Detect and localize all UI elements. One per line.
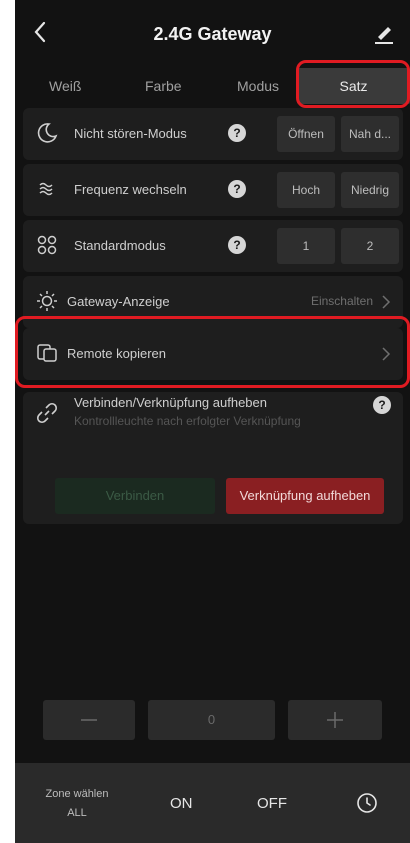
plus-icon <box>327 712 343 728</box>
row-copy-remote[interactable]: Remote kopieren <box>23 328 403 380</box>
row-label: Gateway-Anzeige <box>67 294 170 309</box>
copy-remote-icon <box>37 344 57 362</box>
row-do-not-disturb: Nicht stören-Modus ? Öffnen Nah d... <box>23 108 403 160</box>
stepper-value[interactable]: 0 <box>148 700 275 740</box>
pencil-icon[interactable] <box>372 18 396 46</box>
moon-icon <box>37 123 58 143</box>
connect-title: Verbinden/Verknüpfung aufheben <box>74 395 268 410</box>
value-stepper: 0 <box>15 700 410 740</box>
off-button[interactable]: OFF <box>257 795 287 812</box>
std-mode-1-button[interactable]: 1 <box>277 228 335 264</box>
tab-bar: Weiß Farbe Modus Satz <box>15 68 410 104</box>
increment-button[interactable] <box>288 700 382 740</box>
decrement-button[interactable] <box>43 700 135 740</box>
tab-weiss[interactable]: Weiß <box>49 78 81 94</box>
dnd-open-button[interactable]: Öffnen <box>277 116 335 152</box>
zone-selector[interactable]: Zone wählen ALL <box>37 788 117 819</box>
row-frequency: Frequenz wechseln ? Hoch Niedrig <box>23 164 403 216</box>
help-icon[interactable]: ? <box>228 124 246 142</box>
connect-subtitle: Kontrollleuchte nach erfolgter Verknüpfu… <box>74 414 301 428</box>
freq-high-button[interactable]: Hoch <box>277 172 335 208</box>
help-icon[interactable]: ? <box>228 236 246 254</box>
gateway-status-value: Einschalten <box>310 294 373 308</box>
row-label: Remote kopieren <box>67 346 166 361</box>
header: 2.4G Gateway <box>15 0 410 62</box>
tab-satz-label: Satz <box>339 78 368 94</box>
freq-low-button[interactable]: Niedrig <box>341 172 399 208</box>
connect-card: Verbinden/Verknüpfung aufheben Kontrolll… <box>23 392 403 524</box>
tab-farbe[interactable]: Farbe <box>145 78 182 94</box>
connect-button[interactable]: Verbinden <box>55 478 215 514</box>
sun-icon <box>37 291 57 311</box>
row-label: Nicht stören-Modus <box>74 126 187 141</box>
wave-icon <box>39 182 53 196</box>
std-mode-2-button[interactable]: 2 <box>341 228 399 264</box>
row-label: Frequenz wechseln <box>74 182 187 197</box>
link-icon <box>36 402 58 424</box>
dnd-close-button[interactable]: Nah d... <box>341 116 399 152</box>
clock-icon[interactable] <box>355 791 379 815</box>
row-label: Standardmodus <box>74 238 166 253</box>
help-icon[interactable]: ? <box>228 180 246 198</box>
zone-value: ALL <box>67 807 87 819</box>
grid-icon <box>37 235 57 255</box>
unlink-button[interactable]: Verknüpfung aufheben <box>226 478 384 514</box>
page-title: 2.4G Gateway <box>153 24 272 44</box>
chevron-right-icon <box>382 347 391 361</box>
chevron-right-icon <box>382 295 391 309</box>
on-button[interactable]: ON <box>170 795 193 812</box>
help-icon[interactable]: ? <box>373 396 391 414</box>
phone-screen: 2.4G Gateway Weiß Farbe Modus Satz Nicht… <box>15 0 410 843</box>
zone-label: Zone wählen <box>45 788 109 800</box>
tab-modus[interactable]: Modus <box>237 78 279 94</box>
row-standard-mode: Standardmodus ? 1 2 <box>23 220 403 272</box>
bottom-bar: Zone wählen ALL ON OFF <box>15 763 410 843</box>
row-gateway-indicator[interactable]: Gateway-Anzeige Einschalten <box>23 276 403 328</box>
minus-icon <box>81 719 97 721</box>
tab-satz[interactable]: Satz <box>297 68 410 104</box>
